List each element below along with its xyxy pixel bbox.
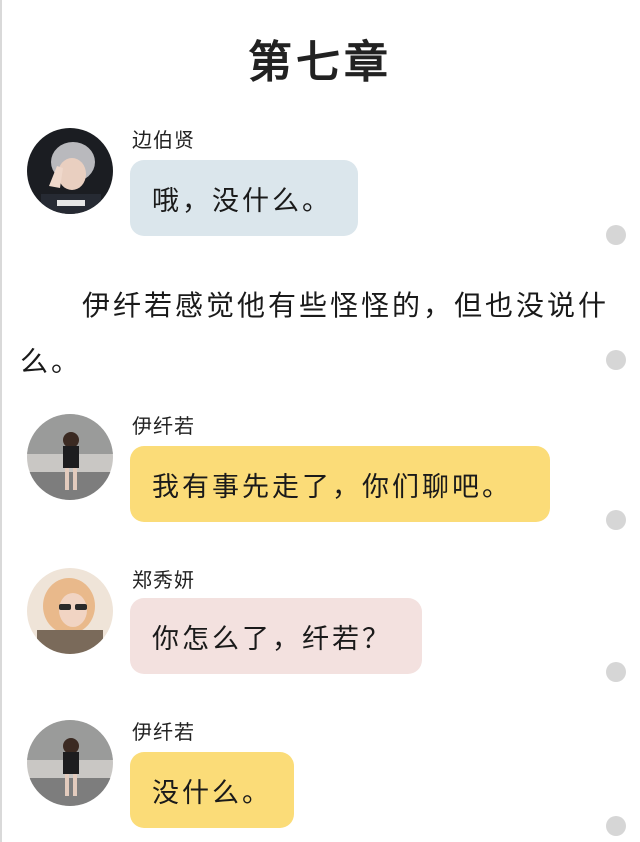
scroll-dot[interactable] xyxy=(606,350,626,370)
message-bubble: 我有事先走了，你们聊吧。 xyxy=(130,446,550,522)
scroll-dot[interactable] xyxy=(606,225,626,245)
scroll-dot[interactable] xyxy=(606,816,626,836)
avatar-girl-street[interactable] xyxy=(27,414,113,500)
sender-name: 郑秀妍 xyxy=(132,568,195,592)
chapter-title: 第七章 xyxy=(248,37,392,88)
message-bubble: 哦，没什么。 xyxy=(130,160,358,236)
avatar-girl-sunglasses[interactable] xyxy=(27,568,113,654)
avatar-girl-street[interactable] xyxy=(27,720,113,806)
page-left-border xyxy=(0,0,2,842)
message-bubble: 没什么。 xyxy=(130,752,294,828)
avatar-boy-peace-sign[interactable] xyxy=(27,128,113,214)
sender-name: 伊纤若 xyxy=(132,414,195,438)
message-bubble: 你怎么了，纤若？ xyxy=(130,598,422,674)
scroll-dot[interactable] xyxy=(606,662,626,682)
sender-name: 边伯贤 xyxy=(132,128,195,152)
scroll-dot[interactable] xyxy=(606,510,626,530)
narration-paragraph: 伊纤若感觉他有些怪怪的，但也没说什么。 xyxy=(20,289,610,378)
sender-name: 伊纤若 xyxy=(132,720,195,744)
